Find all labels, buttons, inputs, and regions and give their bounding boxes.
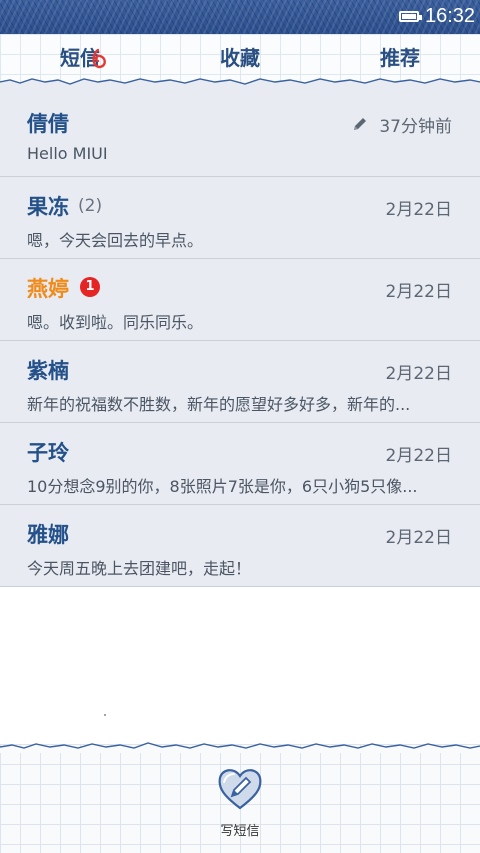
message-date: 2月22日 [385, 528, 452, 548]
torn-paper-edge [0, 742, 480, 753]
message-preview: Hello MIUI [27, 144, 108, 163]
heart-pencil-icon [218, 769, 262, 810]
message-preview: 今天周五晚上去团建吧，走起！ [27, 559, 252, 578]
message-date: 2月22日 [385, 282, 452, 302]
message-preview: 嗯。收到啦。同乐同乐。 [27, 313, 204, 332]
conversation-list: 倩倩 37分钟前 Hello MIUI 果冻 (2) 2月22日 嗯，今天会回去… [0, 94, 480, 587]
conversation-row[interactable]: 燕婷 1 2月22日 嗯。收到啦。同乐同乐。 [0, 259, 480, 341]
active-tab-indicator-icon [92, 48, 106, 69]
message-date: 2月22日 [385, 364, 452, 384]
contact-name: 紫楠 [27, 359, 69, 383]
message-preview: 10分想念9别的你，8张照片7张是你，6只小狗5只像... [27, 477, 418, 496]
conversation-row[interactable]: 子玲 2月22日 10分想念9别的你，8张照片7张是你，6只小狗5只像... [0, 423, 480, 505]
contact-name: 子玲 [27, 441, 69, 465]
draft-pencil-icon [354, 118, 366, 130]
message-date: 2月22日 [385, 446, 452, 466]
message-preview: 嗯，今天会回去的早点。 [27, 231, 204, 250]
decorative-dot [104, 714, 106, 716]
status-bar: 16:32 [0, 0, 480, 34]
contact-name: 倩倩 [27, 112, 69, 136]
message-count: (2) [78, 196, 103, 216]
battery-icon [399, 11, 422, 22]
compose-button[interactable]: 写短信 [208, 764, 272, 839]
contact-name: 果冻 [27, 195, 69, 219]
conversation-row[interactable]: 雅娜 2月22日 今天周五晚上去团建吧，走起！ [0, 505, 480, 587]
conversation-row[interactable]: 果冻 (2) 2月22日 嗯，今天会回去的早点。 [0, 177, 480, 259]
message-preview: 新年的祝福数不胜数，新年的愿望好多好多，新年的... [27, 395, 411, 414]
status-time: 16:32 [425, 5, 476, 27]
message-date: 2月22日 [385, 200, 452, 220]
torn-paper-edge [0, 78, 480, 94]
message-date: 37分钟前 [379, 117, 452, 137]
contact-name: 雅娜 [27, 523, 69, 547]
tab-bar: 短信 收藏 推荐 [0, 34, 480, 94]
tab-recommended[interactable]: 推荐 [380, 42, 420, 71]
tab-favorites[interactable]: 收藏 [220, 42, 260, 71]
unread-badge: 1 [80, 277, 100, 297]
compose-label: 写短信 [220, 824, 260, 839]
contact-name: 燕婷 [27, 277, 69, 301]
conversation-row[interactable]: 紫楠 2月22日 新年的祝福数不胜数，新年的愿望好多好多，新年的... [0, 341, 480, 423]
conversation-row[interactable]: 倩倩 37分钟前 Hello MIUI [0, 94, 480, 177]
